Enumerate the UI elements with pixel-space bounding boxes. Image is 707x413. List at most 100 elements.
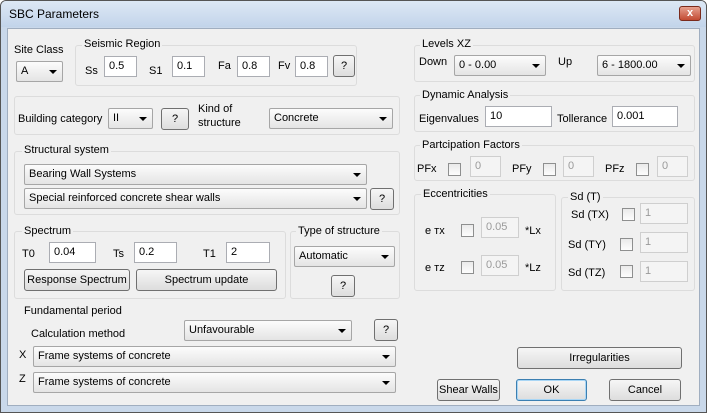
structural-subsystem-value: Special reinforced concrete shear walls — [29, 192, 221, 204]
type-structure-help-button[interactable]: ? — [331, 275, 355, 297]
close-button[interactable]: x — [679, 6, 701, 21]
z-label: Z — [19, 373, 26, 385]
sd-tz-label: Sd (TZ) — [568, 267, 606, 279]
dynamic-analysis-title: Dynamic Analysis — [420, 89, 511, 101]
sd-title: Sd (T) — [568, 191, 603, 203]
seismic-region-title: Seismic Region — [82, 38, 163, 50]
up-level-value: 6 - 1800.00 — [602, 59, 658, 71]
type-of-structure-title: Type of structure — [296, 225, 382, 237]
building-category-select[interactable]: II — [108, 108, 153, 129]
tolerance-label: Tollerance — [557, 113, 608, 125]
spectrum-title: Spectrum — [22, 225, 74, 237]
pfx-input[interactable]: 0 — [470, 156, 501, 177]
eigenvalues-input[interactable]: 10 — [485, 106, 552, 127]
response-spectrum-button[interactable]: Response Spectrum — [24, 269, 130, 291]
chevron-down-icon — [139, 117, 147, 121]
dialog-window: SBC Parameters x Site Class A Seismic Re… — [0, 0, 707, 413]
down-label: Down — [419, 56, 448, 68]
sd-tz-checkbox[interactable] — [620, 265, 633, 278]
chevron-down-icon — [382, 381, 390, 385]
sd-tx-label: Sd (TX) — [571, 209, 609, 221]
structural-subsystem-select[interactable]: Special reinforced concrete shear walls — [24, 188, 367, 209]
chevron-down-icon — [49, 70, 57, 74]
s1-input[interactable]: 0.1 — [172, 56, 205, 77]
ez-input[interactable]: 0.05 — [481, 255, 519, 276]
fa-input[interactable]: 0.8 — [237, 56, 270, 77]
participation-title: Partcipation Factors — [420, 139, 522, 151]
ez-checkbox[interactable] — [461, 261, 474, 274]
ok-button[interactable]: OK — [516, 379, 587, 401]
cancel-button[interactable]: Cancel — [609, 379, 681, 401]
t0-label: T0 — [22, 248, 35, 260]
site-class-label: Site Class — [14, 44, 64, 56]
site-class-value: A — [21, 65, 29, 77]
chevron-down-icon — [382, 355, 390, 359]
eccentricities-group — [414, 194, 556, 291]
fundamental-help-button[interactable]: ? — [374, 319, 398, 341]
kind-of-structure-select[interactable]: Concrete — [269, 108, 393, 129]
site-class-select[interactable]: A — [16, 61, 63, 82]
fv-label: Fv — [278, 60, 291, 72]
t0-input[interactable]: 0.04 — [49, 242, 96, 263]
chevron-down-icon — [353, 173, 361, 177]
pfx-label: PFx — [417, 163, 437, 175]
building-category-value: II — [113, 112, 120, 124]
shear-walls-button[interactable]: Shear Walls — [437, 379, 500, 401]
t1-input[interactable]: 2 — [226, 242, 270, 263]
pfy-checkbox[interactable] — [543, 163, 556, 176]
tolerance-input[interactable]: 0.001 — [612, 106, 678, 127]
z-period-select[interactable]: Frame systems of concrete — [33, 372, 396, 393]
ts-input[interactable]: 0.2 — [134, 242, 177, 263]
fundamental-period-title: Fundamental period — [24, 305, 122, 317]
calculation-method-select[interactable]: Unfavourable — [184, 320, 352, 341]
irregularities-button[interactable]: Irregularities — [517, 347, 682, 369]
title-bar: SBC Parameters x — [1, 1, 706, 27]
window-title: SBC Parameters — [9, 7, 100, 21]
building-help-button[interactable]: ? — [161, 108, 189, 130]
chevron-down-icon — [381, 255, 389, 259]
kind-of-structure-value: Concrete — [274, 112, 319, 124]
calculation-method-value: Unfavourable — [189, 324, 255, 336]
calculation-method-label: Calculation method — [31, 328, 126, 340]
eccentricities-title: Eccentricities — [421, 188, 490, 200]
chevron-down-icon — [379, 117, 387, 121]
ez-label: e тz — [425, 262, 445, 274]
spectrum-update-button[interactable]: Spectrum update — [136, 269, 277, 291]
pfz-label: PFz — [605, 163, 625, 175]
pfy-input[interactable]: 0 — [563, 156, 594, 177]
pfx-checkbox[interactable] — [448, 163, 461, 176]
pfz-input[interactable]: 0 — [657, 156, 688, 177]
pfz-checkbox[interactable] — [636, 163, 649, 176]
structural-system-select[interactable]: Bearing Wall Systems — [24, 164, 367, 185]
fv-input[interactable]: 0.8 — [295, 56, 328, 77]
sd-tx-checkbox[interactable] — [622, 208, 635, 221]
eigenvalues-label: Eigenvalues — [419, 113, 479, 125]
sd-ty-label: Sd (TY) — [568, 239, 606, 251]
sd-ty-checkbox[interactable] — [620, 238, 633, 251]
sd-tx-input[interactable]: 1 — [640, 203, 688, 224]
dialog-body: Site Class A Seismic Region Ss 0.5 S1 0.… — [7, 28, 700, 406]
chevron-down-icon — [338, 329, 346, 333]
type-of-structure-select[interactable]: Automatic — [294, 246, 395, 267]
z-period-value: Frame systems of concrete — [38, 376, 171, 388]
structure-label: structure — [198, 117, 241, 129]
ts-label: Ts — [113, 248, 124, 260]
sd-ty-input[interactable]: 1 — [640, 232, 688, 253]
structural-system-value: Bearing Wall Systems — [29, 168, 137, 180]
sd-tz-input[interactable]: 1 — [640, 261, 688, 282]
ss-input[interactable]: 0.5 — [104, 56, 137, 77]
x-period-select[interactable]: Frame systems of concrete — [33, 346, 396, 367]
seismic-help-button[interactable]: ? — [333, 55, 355, 77]
structural-help-button[interactable]: ? — [370, 188, 394, 210]
x-period-value: Frame systems of concrete — [38, 350, 171, 362]
ex-checkbox[interactable] — [461, 224, 474, 237]
kind-of-label: Kind of — [198, 103, 233, 115]
structural-system-title: Structural system — [22, 144, 111, 156]
s1-label: S1 — [149, 65, 163, 77]
up-level-select[interactable]: 6 - 1800.00 — [597, 55, 691, 76]
ex-input[interactable]: 0.05 — [481, 217, 519, 238]
ex-unit: *Lx — [525, 225, 541, 237]
down-level-select[interactable]: 0 - 0.00 — [454, 55, 546, 76]
ex-label: e тx — [425, 225, 445, 237]
chevron-down-icon — [677, 64, 685, 68]
